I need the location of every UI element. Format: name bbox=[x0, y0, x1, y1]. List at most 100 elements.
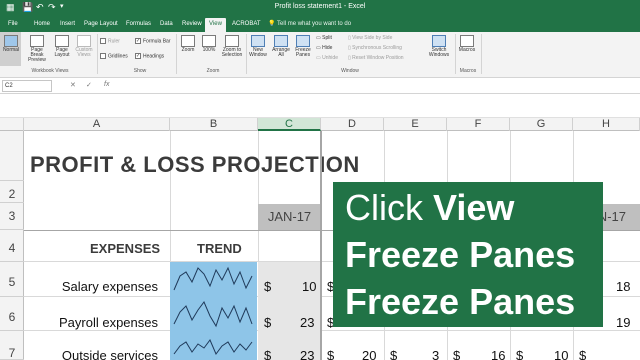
cell-e7-value[interactable]: 3 bbox=[432, 348, 439, 360]
column-header-g[interactable]: G bbox=[510, 118, 573, 131]
zoom-to-selection-button[interactable]: Zoom to Selection bbox=[219, 35, 245, 58]
synchronous-scrolling-button[interactable]: ▯ Synchronous Scrolling bbox=[348, 45, 402, 51]
cell-f7-value[interactable]: 16 bbox=[491, 348, 505, 360]
gridlines-label: Gridlines bbox=[108, 53, 128, 60]
callout-view-text: View bbox=[433, 187, 515, 228]
column-header-c[interactable]: C bbox=[258, 118, 321, 131]
column-header-a[interactable]: A bbox=[24, 118, 170, 131]
headings-label: Headings bbox=[143, 53, 165, 60]
headings-box: ✓ bbox=[135, 53, 141, 59]
tab-insert[interactable]: Insert bbox=[56, 19, 79, 32]
row-label-salary[interactable]: Salary expenses bbox=[18, 279, 158, 294]
ruler-checkbox[interactable]: Ruler bbox=[100, 38, 120, 44]
name-box[interactable]: C2 bbox=[2, 80, 52, 92]
headings-checkbox[interactable]: ✓ Headings bbox=[135, 53, 164, 59]
zoom-100-icon bbox=[202, 35, 216, 47]
macros-button[interactable]: Macros bbox=[457, 35, 477, 53]
macros-icon bbox=[460, 35, 474, 47]
tab-home[interactable]: Home bbox=[30, 19, 54, 32]
ribbon-tabs: File Home Insert Page Layout Formulas Da… bbox=[0, 16, 640, 32]
freeze-panes-button[interactable]: Freeze Panes bbox=[293, 35, 313, 58]
ribbon-separator bbox=[246, 34, 247, 74]
page-layout-button[interactable]: Page Layout bbox=[52, 35, 72, 58]
cell-c6-value[interactable]: 23 bbox=[300, 315, 314, 330]
unhide-button[interactable]: ▭ Unhide bbox=[316, 55, 338, 61]
macros-btn-label: Macros bbox=[458, 47, 476, 53]
page-break-preview-button[interactable]: Page Break Preview bbox=[24, 35, 50, 63]
custom-views-button[interactable]: Custom Views bbox=[73, 35, 95, 58]
column-header-f[interactable]: F bbox=[447, 118, 510, 131]
workbook-views-group-label: Workbook Views bbox=[31, 68, 69, 74]
zoom-button[interactable]: Zoom bbox=[178, 35, 198, 53]
tell-me-search[interactable]: 💡 Tell me what you want to do bbox=[268, 20, 351, 27]
split-label: Split bbox=[322, 35, 332, 41]
cell-c5-value[interactable]: 10 bbox=[302, 279, 316, 294]
view-side-by-side-button[interactable]: ▯ View Side by Side bbox=[348, 35, 392, 41]
row-header-4[interactable]: 4 bbox=[0, 230, 24, 262]
formula-bar-checkbox[interactable]: ✓ Formula Bar bbox=[135, 38, 171, 44]
unhide-label: Unhide bbox=[322, 55, 338, 61]
cancel-icon[interactable]: ✕ bbox=[70, 81, 76, 89]
column-header-e[interactable]: E bbox=[384, 118, 447, 131]
new-window-label: New Window bbox=[249, 47, 267, 58]
row-label-outside[interactable]: Outside services bbox=[18, 348, 158, 360]
side-by-side-label: View Side by Side bbox=[352, 35, 393, 41]
tab-view[interactable]: View bbox=[205, 18, 226, 32]
hide-button[interactable]: ▭ Hide bbox=[316, 45, 332, 51]
row-label-payroll[interactable]: Payroll expenses bbox=[18, 315, 158, 330]
cell-d7-value[interactable]: 20 bbox=[362, 348, 376, 360]
row-header-1[interactable] bbox=[0, 131, 24, 181]
normal-view-label: Normal bbox=[2, 47, 20, 53]
switch-windows-button[interactable]: Switch Windows bbox=[426, 35, 452, 58]
freeze-pane-divider-vertical bbox=[320, 131, 322, 360]
column-c-shading bbox=[258, 262, 321, 360]
tab-page-layout[interactable]: Page Layout bbox=[80, 19, 122, 32]
column-headers: A B C D E F G H bbox=[0, 118, 640, 131]
row-header-3[interactable]: 3 bbox=[0, 203, 24, 230]
zoom-100-button[interactable]: 100% bbox=[199, 35, 219, 53]
freeze-panes-icon bbox=[296, 35, 310, 47]
cell-h6-value[interactable]: 19 bbox=[616, 315, 630, 330]
arrange-all-button[interactable]: Arrange All bbox=[270, 35, 292, 58]
trend-sparklines[interactable] bbox=[170, 262, 257, 360]
cell-h5-value[interactable]: 18 bbox=[616, 279, 630, 294]
insert-function-icon[interactable]: fx bbox=[104, 81, 109, 88]
freeze-panes-label: Freeze Panes bbox=[295, 47, 311, 58]
select-all-corner[interactable] bbox=[0, 118, 24, 131]
tab-formulas[interactable]: Formulas bbox=[122, 19, 155, 32]
cell-f7-currency: $ bbox=[453, 348, 461, 360]
custom-views-label: Custom Views bbox=[75, 47, 93, 58]
normal-view-button[interactable]: Normal bbox=[1, 35, 21, 53]
cell-g7-value[interactable]: 10 bbox=[554, 348, 568, 360]
column-header-d[interactable]: D bbox=[321, 118, 384, 131]
split-button[interactable]: ▭ Split bbox=[316, 35, 332, 41]
cell-c5-currency: $ bbox=[264, 279, 272, 294]
tab-file[interactable]: File bbox=[4, 19, 22, 32]
formula-bar-expanded-area bbox=[0, 94, 640, 118]
instruction-callout: Click View Freeze Panes Freeze Panes bbox=[333, 182, 603, 327]
expenses-header[interactable]: EXPENSES bbox=[90, 241, 160, 256]
sparkline-row6 bbox=[173, 301, 253, 328]
reset-window-position-button[interactable]: ▯ Reset Window Position bbox=[348, 55, 404, 61]
switch-windows-icon bbox=[432, 35, 446, 47]
tab-review[interactable]: Review bbox=[178, 19, 206, 32]
sheet-title[interactable]: PROFIT & LOSS PROJECTION bbox=[30, 152, 360, 178]
cell-h7-currency: $ bbox=[579, 348, 587, 360]
page-layout-icon bbox=[55, 35, 69, 47]
column-header-h[interactable]: H bbox=[573, 118, 640, 131]
column-header-b[interactable]: B bbox=[170, 118, 258, 131]
trend-header[interactable]: TREND bbox=[197, 241, 242, 256]
cell-c3-jan[interactable]: JAN-17 bbox=[258, 204, 321, 230]
zoom-magnifier-icon bbox=[181, 35, 195, 47]
zoom-label: Zoom bbox=[181, 47, 195, 53]
cell-c7-value[interactable]: 23 bbox=[300, 348, 314, 360]
tab-acrobat[interactable]: ACROBAT bbox=[228, 19, 265, 32]
zoom-group-label: Zoom bbox=[206, 68, 220, 74]
new-window-button[interactable]: New Window bbox=[248, 35, 268, 58]
sparkline-row5 bbox=[173, 266, 253, 291]
tab-data[interactable]: Data bbox=[156, 19, 177, 32]
row-header-2[interactable]: 2 bbox=[0, 181, 24, 203]
gridlines-checkbox[interactable]: Gridlines bbox=[100, 53, 128, 59]
formula-bar-label: Formula Bar bbox=[143, 38, 171, 45]
enter-icon[interactable]: ✓ bbox=[86, 81, 92, 89]
